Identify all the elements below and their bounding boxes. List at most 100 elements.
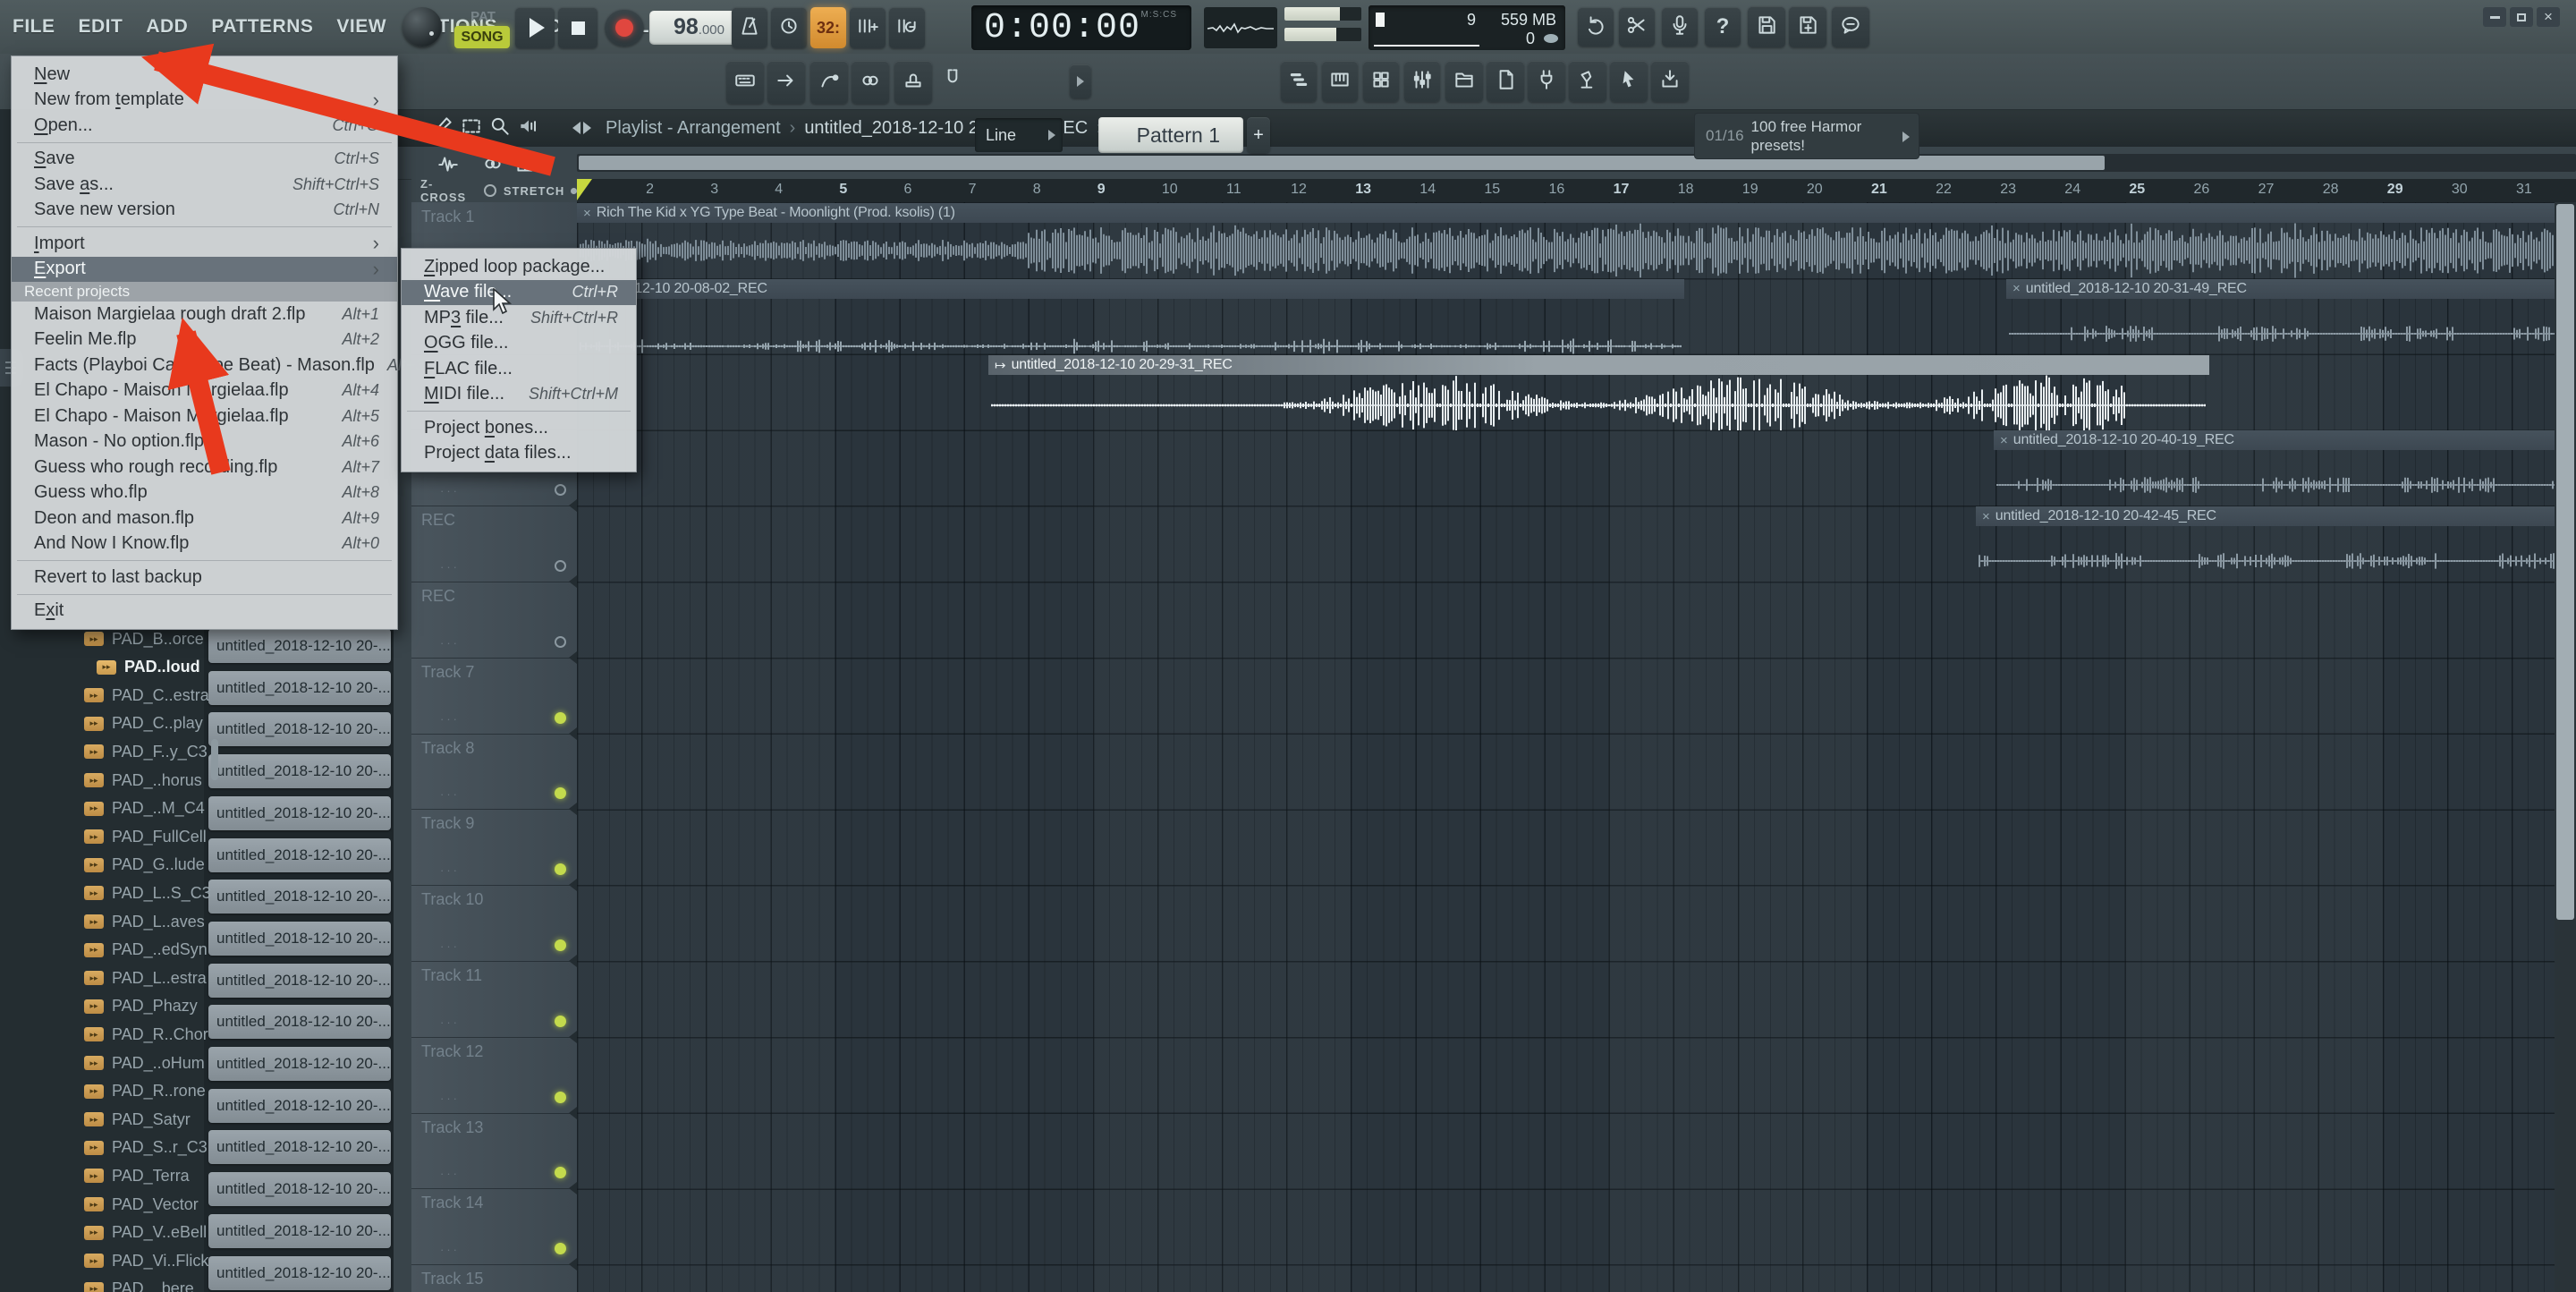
menu-view[interactable]: VIEW xyxy=(336,16,386,38)
channel-button[interactable]: untitled_2018-12-10 20-... xyxy=(208,712,391,746)
playlist-window-button[interactable] xyxy=(1281,61,1317,102)
restore-button[interactable] xyxy=(2510,7,2533,27)
stretch-toggle[interactable] xyxy=(571,188,577,194)
track-name[interactable]: Track 14 xyxy=(421,1194,483,1212)
scroll-left-chevron[interactable]: ‹ xyxy=(542,149,548,172)
track-name[interactable]: Track 15 xyxy=(421,1270,483,1288)
note-slide-button[interactable] xyxy=(810,61,848,104)
channel-button[interactable]: untitled_2018-12-10 20-... xyxy=(208,629,391,663)
browser-item[interactable]: ▸▸PAD_Terra xyxy=(0,1162,204,1189)
playhead-marker[interactable] xyxy=(577,179,592,200)
pattern-picker-button[interactable] xyxy=(1070,64,1091,98)
menu-item-feelin-me-flp[interactable]: Feelin Me.flpAlt+2 xyxy=(12,327,397,353)
stamp-tool-button[interactable] xyxy=(894,61,932,104)
menu-item-maison-margielaa-rough-draft-2-flp[interactable]: Maison Margielaa rough draft 2.flpAlt+1 xyxy=(12,302,397,327)
audio-clip[interactable]: ×untitled_2018-12-10 20-40-19_REC xyxy=(1994,429,2576,506)
track-record-led[interactable] xyxy=(555,484,566,496)
menu-item-project-data-files[interactable]: Project data files... xyxy=(402,441,636,467)
browser-item[interactable]: ▸▸PAD_L..estra xyxy=(0,965,204,991)
play-button[interactable] xyxy=(515,7,555,48)
add-pattern-button[interactable]: + xyxy=(1247,117,1270,153)
oscilloscope[interactable] xyxy=(1204,7,1277,48)
track-name[interactable]: Track 11 xyxy=(421,966,482,985)
browser-scrollbar-thumb[interactable] xyxy=(211,739,218,780)
track-name[interactable]: Track 9 xyxy=(421,814,474,833)
zoom-tool-icon[interactable] xyxy=(488,115,512,142)
menu-item-save-as[interactable]: Save as...Shift+Ctrl+S xyxy=(12,172,397,198)
vertical-scrollbar-thumb[interactable] xyxy=(2556,204,2574,920)
news-hint-panel[interactable]: 01/16 100 free Harmor presets! xyxy=(1694,113,1919,159)
channel-button[interactable]: untitled_2018-12-10 20-... xyxy=(208,1130,391,1164)
browser-item[interactable]: ▸▸PAD_C..play xyxy=(0,710,204,737)
plugin-picker-button[interactable] xyxy=(1528,61,1565,102)
draw-tool-icon[interactable] xyxy=(431,115,454,142)
channel-button[interactable]: untitled_2018-12-10 20-... xyxy=(208,754,391,788)
browser-item[interactable]: ▸▸PAD_F..y_C3 xyxy=(0,738,204,765)
remote-control-button[interactable] xyxy=(1569,61,1606,102)
tempo-display[interactable]: 98.000 xyxy=(649,11,737,45)
menu-item-mason-no-option-flp[interactable]: Mason - No option.flpAlt+6 xyxy=(12,429,397,455)
track-name[interactable]: Track 13 xyxy=(421,1118,483,1137)
feedback-button[interactable] xyxy=(1832,6,1869,47)
group-clips-icon[interactable] xyxy=(481,152,504,180)
browser-item[interactable]: ▸▸PAD_R..rone xyxy=(0,1078,204,1105)
menu-item-guess-who-rough-recording-flp[interactable]: Guess who rough recording.flpAlt+7 xyxy=(12,455,397,480)
browser-item[interactable]: ▸▸PAD_..oHum xyxy=(0,1050,204,1076)
undo-button[interactable] xyxy=(1578,7,1614,47)
browser-item[interactable]: ▸▸PAD_R..Chor xyxy=(0,1021,204,1048)
menu-file[interactable]: FILE xyxy=(13,16,55,38)
record-button[interactable] xyxy=(605,9,644,47)
select-tool-icon[interactable] xyxy=(460,115,483,142)
audio-clip[interactable]: ×untitled_2018-12-10 20-31-49_REC xyxy=(2006,278,2576,354)
help-button[interactable]: ? xyxy=(1705,7,1741,47)
menu-add[interactable]: ADD xyxy=(146,16,188,38)
track-record-led[interactable] xyxy=(555,1243,566,1254)
menu-item-el-chapo-maison-margielaa-flp[interactable]: El Chapo - Maison Margielaa.flpAlt+5 xyxy=(12,404,397,429)
channel-button[interactable]: untitled_2018-12-10 20-... xyxy=(208,796,391,830)
menu-item-midi-file[interactable]: MIDI file...Shift+Ctrl+M xyxy=(402,382,636,408)
audio-track-mode-icon[interactable] xyxy=(436,152,460,180)
track-name[interactable]: Track 1 xyxy=(421,208,474,226)
pattern-selector[interactable]: Pattern 1 xyxy=(1098,117,1243,153)
browser-item[interactable]: ▸▸PAD_..horus xyxy=(0,767,204,794)
audio-clip[interactable]: ↦untitled_2018-12-10 20-29-31_REC xyxy=(988,354,2209,430)
channel-rack-button[interactable] xyxy=(1363,61,1399,102)
menu-item-new[interactable]: New xyxy=(12,62,397,88)
browser-item[interactable]: ▸▸PAD_..M_C4 xyxy=(0,795,204,822)
menu-item-save[interactable]: SaveCtrl+S xyxy=(12,147,397,173)
precount-button[interactable]: 32: xyxy=(810,7,846,48)
track-name[interactable]: REC xyxy=(421,511,455,530)
minimize-button[interactable] xyxy=(2483,7,2506,27)
track-name[interactable]: Track 10 xyxy=(421,890,483,909)
track-record-led[interactable] xyxy=(555,939,566,951)
menu-item-exit[interactable]: Exit xyxy=(12,599,397,625)
menu-item-import[interactable]: Import› xyxy=(12,231,397,257)
close-button[interactable]: × xyxy=(2537,7,2560,27)
browser-item[interactable]: ▸▸PAD_..edSyn xyxy=(0,937,204,964)
browser-item[interactable]: ▸▸PAD_FullCell xyxy=(0,823,204,850)
stop-button[interactable] xyxy=(558,7,597,48)
piano-roll-window-button[interactable] xyxy=(1322,61,1358,102)
content-downloader-button[interactable] xyxy=(1651,61,1689,102)
menu-item-guess-who-flp[interactable]: Guess who.flpAlt+8 xyxy=(12,480,397,506)
loop-record-button[interactable] xyxy=(889,7,925,48)
main-volume-knob[interactable] xyxy=(402,7,442,47)
channel-button[interactable]: untitled_2018-12-10 20-... xyxy=(208,964,391,998)
playlist-header[interactable]: Playlist - Arrangement › untitled_2018-1… xyxy=(394,109,2576,147)
channel-button[interactable]: untitled_2018-12-10 20-... xyxy=(208,922,391,956)
audio-clip[interactable]: ×Rich The Kid x YG Type Beat - Moonlight… xyxy=(577,202,2576,278)
save-new-version-button[interactable] xyxy=(1789,6,1826,47)
menu-patterns[interactable]: PATTERNS xyxy=(211,16,313,38)
menu-item-save-new-version[interactable]: Save new versionCtrl+N xyxy=(12,198,397,224)
track-record-led[interactable] xyxy=(555,787,566,799)
menu-item-revert-to-last-backup[interactable]: Revert to last backup xyxy=(12,565,397,591)
menu-item-ogg-file[interactable]: OGG file... xyxy=(402,331,636,357)
track-name[interactable]: REC xyxy=(421,587,455,606)
track-record-led[interactable] xyxy=(555,712,566,724)
menu-item-wave-file[interactable]: Wave file...Ctrl+R xyxy=(402,280,636,306)
project-picker-button[interactable] xyxy=(1487,61,1524,102)
track-name[interactable]: Track 8 xyxy=(421,739,474,758)
track-record-led[interactable] xyxy=(555,1016,566,1027)
arrangement-prev-next[interactable] xyxy=(572,122,591,134)
browser-item[interactable]: ▸▸PAD_S..r_C3 xyxy=(0,1135,204,1161)
